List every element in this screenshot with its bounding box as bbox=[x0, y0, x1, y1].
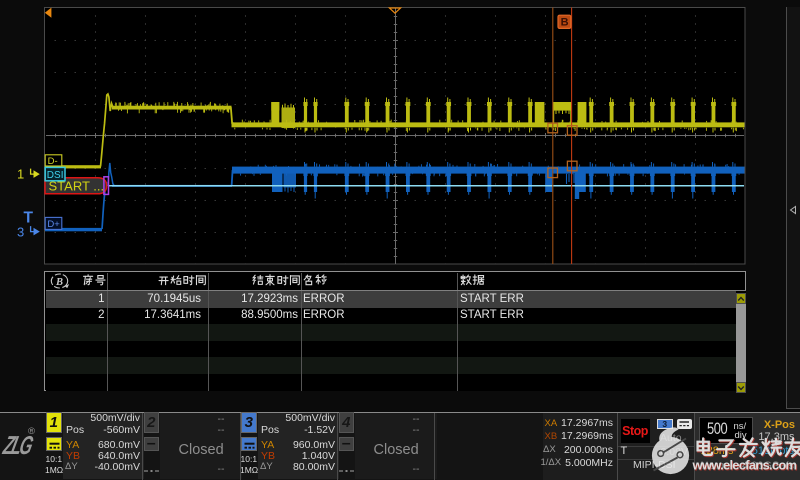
svg-text:D-: D- bbox=[48, 156, 58, 167]
svg-text:D+: D+ bbox=[47, 219, 60, 230]
svg-text:T: T bbox=[24, 210, 34, 227]
svg-text:1: 1 bbox=[17, 167, 24, 182]
svg-text:B: B bbox=[55, 277, 63, 288]
svg-text:DSI: DSI bbox=[47, 170, 64, 181]
svg-text:B: B bbox=[561, 17, 569, 29]
svg-text:3: 3 bbox=[17, 225, 24, 240]
svg-text:START ...: START ... bbox=[49, 179, 105, 194]
